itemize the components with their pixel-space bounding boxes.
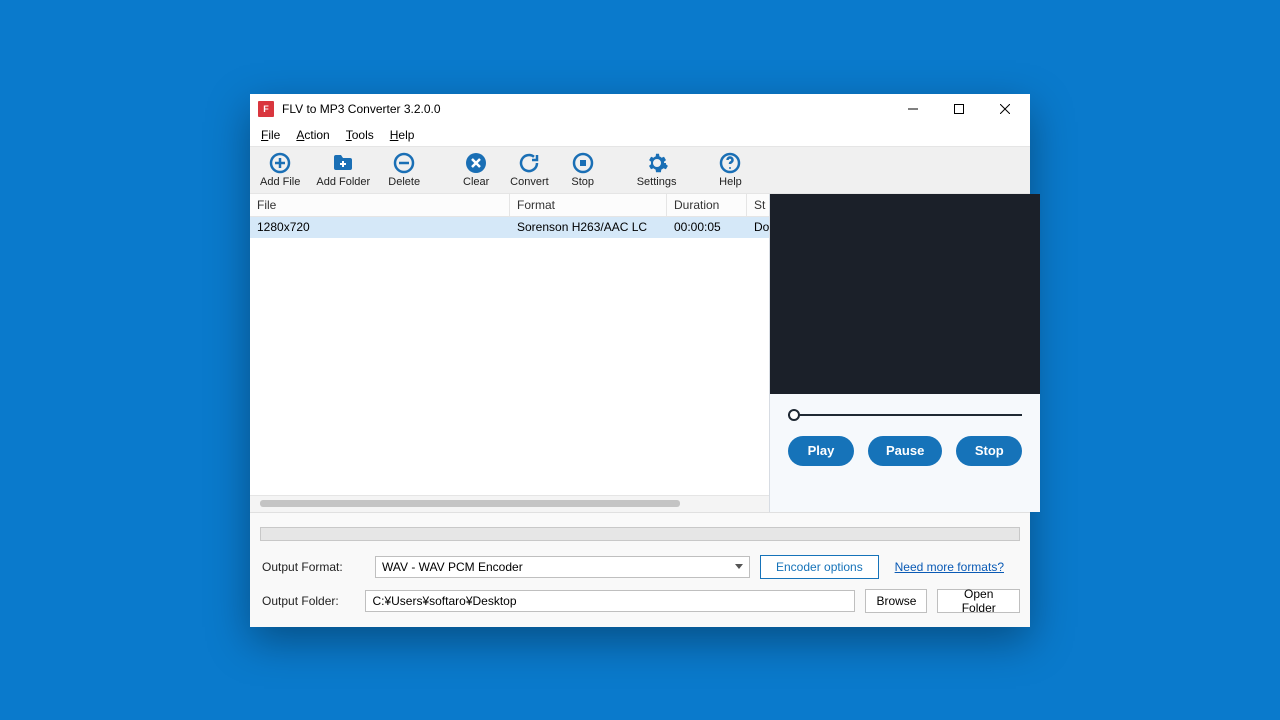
output-folder-row: Output Folder: Browse Open Folder bbox=[260, 589, 1020, 613]
col-format[interactable]: Format bbox=[510, 194, 667, 216]
title-bar: F FLV to MP3 Converter 3.2.0.0 bbox=[250, 94, 1030, 124]
menu-file[interactable]: File bbox=[254, 126, 287, 144]
main-area: File Format Duration St 1280x720 Sorenso… bbox=[250, 194, 1030, 512]
minus-circle-icon bbox=[392, 151, 416, 175]
clear-label: Clear bbox=[463, 176, 489, 188]
preview-stop-button[interactable]: Stop bbox=[956, 436, 1022, 466]
browse-button[interactable]: Browse bbox=[865, 589, 927, 613]
app-window: F FLV to MP3 Converter 3.2.0.0 File Acti… bbox=[250, 94, 1030, 627]
delete-label: Delete bbox=[388, 176, 420, 188]
settings-button[interactable]: Settings bbox=[629, 149, 685, 190]
toolbar: Add File Add Folder Delete Clear Convert… bbox=[250, 146, 1030, 194]
help-label: Help bbox=[719, 176, 742, 188]
folder-plus-icon bbox=[331, 151, 355, 175]
menu-action[interactable]: Action bbox=[289, 126, 336, 144]
seek-track[interactable] bbox=[788, 414, 1022, 416]
settings-label: Settings bbox=[637, 176, 677, 188]
bottom-panel: Output Format: WAV - WAV PCM Encoder Enc… bbox=[250, 512, 1030, 627]
seek-bar[interactable] bbox=[770, 394, 1040, 436]
add-folder-button[interactable]: Add Folder bbox=[308, 149, 378, 190]
app-icon: F bbox=[258, 101, 274, 117]
seek-thumb[interactable] bbox=[788, 409, 800, 421]
chevron-down-icon bbox=[735, 564, 743, 569]
output-format-select[interactable]: WAV - WAV PCM Encoder bbox=[375, 556, 750, 578]
maximize-button[interactable] bbox=[936, 94, 982, 124]
menu-help[interactable]: Help bbox=[383, 126, 422, 144]
convert-label: Convert bbox=[510, 176, 549, 188]
add-folder-label: Add Folder bbox=[316, 176, 370, 188]
add-file-button[interactable]: Add File bbox=[252, 149, 308, 190]
table-row[interactable]: 1280x720 Sorenson H263/AAC LC 00:00:05 D… bbox=[250, 217, 769, 238]
add-file-label: Add File bbox=[260, 176, 300, 188]
video-preview bbox=[770, 194, 1040, 394]
stop-button[interactable]: Stop bbox=[557, 149, 609, 190]
scrollbar-thumb[interactable] bbox=[260, 500, 680, 507]
menu-bar: File Action Tools Help bbox=[250, 124, 1030, 146]
pause-button[interactable]: Pause bbox=[868, 436, 942, 466]
close-button[interactable] bbox=[982, 94, 1028, 124]
output-format-value: WAV - WAV PCM Encoder bbox=[382, 560, 523, 574]
stop-label: Stop bbox=[571, 176, 594, 188]
play-button[interactable]: Play bbox=[788, 436, 854, 466]
output-folder-input[interactable] bbox=[365, 590, 855, 612]
gear-icon bbox=[645, 151, 669, 175]
stop-circle-icon bbox=[571, 151, 595, 175]
menu-tools[interactable]: Tools bbox=[339, 126, 381, 144]
question-circle-icon bbox=[718, 151, 742, 175]
horizontal-scrollbar[interactable] bbox=[250, 495, 769, 512]
preview-panel: Play Pause Stop bbox=[770, 194, 1040, 512]
window-controls bbox=[890, 94, 1028, 124]
minimize-button[interactable] bbox=[890, 94, 936, 124]
rows: 1280x720 Sorenson H263/AAC LC 00:00:05 D… bbox=[250, 217, 769, 495]
col-file[interactable]: File bbox=[250, 194, 510, 216]
encoder-options-button[interactable]: Encoder options bbox=[760, 555, 879, 579]
help-button[interactable]: Help bbox=[704, 149, 756, 190]
cell-status: Do bbox=[747, 220, 769, 234]
cell-file: 1280x720 bbox=[250, 220, 510, 234]
convert-button[interactable]: Convert bbox=[502, 149, 557, 190]
cell-duration: 00:00:05 bbox=[667, 220, 747, 234]
column-headers: File Format Duration St bbox=[250, 194, 769, 217]
open-folder-button[interactable]: Open Folder bbox=[937, 589, 1020, 613]
menu-file-rest: ile bbox=[268, 128, 280, 142]
col-duration[interactable]: Duration bbox=[667, 194, 747, 216]
preview-buttons: Play Pause Stop bbox=[770, 436, 1040, 484]
output-folder-label: Output Folder: bbox=[260, 594, 355, 608]
output-format-row: Output Format: WAV - WAV PCM Encoder Enc… bbox=[260, 555, 1020, 579]
need-more-formats-link[interactable]: Need more formats? bbox=[895, 560, 1004, 574]
output-format-label: Output Format: bbox=[260, 560, 365, 574]
refresh-icon bbox=[517, 151, 541, 175]
progress-bar bbox=[260, 527, 1020, 541]
col-status[interactable]: St bbox=[747, 194, 769, 216]
file-list: File Format Duration St 1280x720 Sorenso… bbox=[250, 194, 770, 512]
cell-format: Sorenson H263/AAC LC bbox=[510, 220, 667, 234]
plus-circle-icon bbox=[268, 151, 292, 175]
delete-button[interactable]: Delete bbox=[378, 149, 430, 190]
clear-button[interactable]: Clear bbox=[450, 149, 502, 190]
x-circle-icon bbox=[464, 151, 488, 175]
window-title: FLV to MP3 Converter 3.2.0.0 bbox=[282, 102, 441, 116]
